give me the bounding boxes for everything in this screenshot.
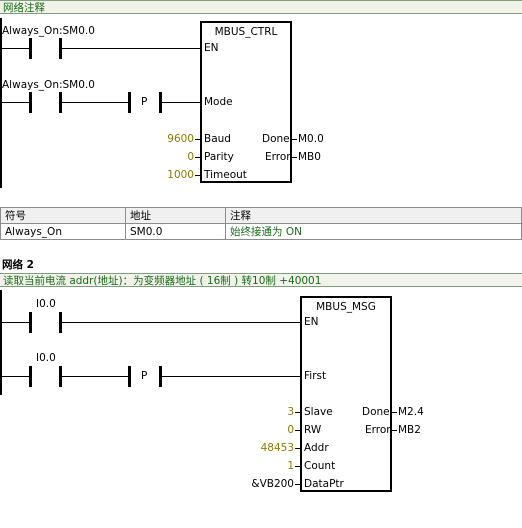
pin-stub [195, 157, 200, 158]
power-rail [0, 18, 2, 188]
pin-stub [392, 430, 397, 431]
pin-stub [295, 412, 300, 413]
pin-stub [295, 484, 300, 485]
rung-wire [0, 102, 30, 103]
error-value[interactable]: MB0 [298, 151, 321, 163]
addr-value[interactable]: 48453 [240, 442, 294, 454]
rung-wire [0, 48, 30, 49]
network2-comment[interactable]: 读取当前电流 addr(地址)：为变频器地址 ( 16制 ) 转10制 +400… [0, 273, 522, 287]
symbol-table-header: 符号 地址 注释 [0, 207, 522, 224]
rw-value[interactable]: 0 [240, 424, 294, 436]
rung-wire [162, 376, 300, 377]
pin-stub [295, 448, 300, 449]
header-address: 地址 [125, 207, 226, 224]
rung-wire [0, 322, 30, 323]
rung-wire [62, 322, 300, 323]
pin-rw: RW [304, 424, 322, 436]
symbol-table: 符号 地址 注释 Always_On SM0.0 始终接通为 ON [0, 207, 522, 240]
pin-timeout: Timeout [204, 169, 247, 181]
pin-dataptr: DataPtr [304, 478, 344, 490]
pin-error: Error [265, 151, 291, 163]
pin-error: Error [365, 424, 391, 436]
pin-first: First [304, 370, 327, 382]
pin-done: Done [262, 133, 290, 145]
p-contact-left-bar[interactable] [128, 366, 131, 387]
pin-mode: Mode [204, 96, 233, 108]
done-value[interactable]: M0.0 [298, 133, 324, 145]
contact-label: I0.0 [36, 352, 56, 364]
pin-stub [392, 412, 397, 413]
pin-count: Count [304, 460, 336, 472]
pin-en: EN [304, 316, 319, 328]
rung-wire [0, 376, 30, 377]
pin-baud: Baud [204, 133, 231, 145]
pin-slave: Slave [304, 406, 333, 418]
table-row[interactable]: Always_On SM0.0 始终接通为 ON [0, 223, 522, 240]
parity-value[interactable]: 0 [150, 151, 194, 163]
pin-addr: Addr [304, 442, 329, 454]
baud-value[interactable]: 9600 [150, 133, 194, 145]
contact-left-bar[interactable] [29, 38, 32, 59]
p-contact-label: P [141, 370, 148, 382]
count-value[interactable]: 1 [240, 460, 294, 472]
pin-stub [295, 430, 300, 431]
pin-done: Done [362, 406, 390, 418]
block-title: MBUS_CTRL [214, 26, 278, 38]
pin-stub [195, 175, 200, 176]
pin-en: EN [204, 42, 219, 54]
comment-cell[interactable]: 始终接通为 ON [225, 223, 522, 240]
header-symbol: 符号 [0, 207, 126, 224]
rung-wire [62, 102, 129, 103]
network2-title[interactable]: 网络 2 [2, 257, 34, 272]
pin-stub [295, 466, 300, 467]
contact-left-bar[interactable] [29, 92, 32, 113]
p-contact-left-bar[interactable] [128, 92, 131, 113]
pin-parity: Parity [204, 151, 234, 163]
done-value[interactable]: M2.4 [398, 406, 424, 418]
address-cell[interactable]: SM0.0 [125, 223, 226, 240]
rung-wire [162, 102, 200, 103]
rung-wire [62, 376, 129, 377]
contact-left-bar[interactable] [29, 366, 32, 387]
error-value[interactable]: MB2 [398, 424, 421, 436]
pin-stub [292, 157, 297, 158]
dataptr-value[interactable]: &VB200 [230, 478, 294, 490]
pin-stub [195, 139, 200, 140]
contact-label: Always_On:SM0.0 [2, 25, 95, 37]
p-contact-label: P [141, 96, 148, 108]
block-title: MBUS_MSG [316, 301, 376, 313]
contact-left-bar[interactable] [29, 312, 32, 333]
timeout-value[interactable]: 1000 [150, 169, 194, 181]
network1-comment[interactable]: 网络注释 [0, 0, 522, 14]
pin-stub [292, 139, 297, 140]
contact-label: I0.0 [36, 298, 56, 310]
contact-label: Always_On:SM0.0 [2, 79, 95, 91]
rung-wire [62, 48, 200, 49]
slave-value[interactable]: 3 [240, 406, 294, 418]
header-comment: 注释 [225, 207, 522, 224]
symbol-cell[interactable]: Always_On [0, 223, 126, 240]
power-rail [0, 290, 2, 395]
